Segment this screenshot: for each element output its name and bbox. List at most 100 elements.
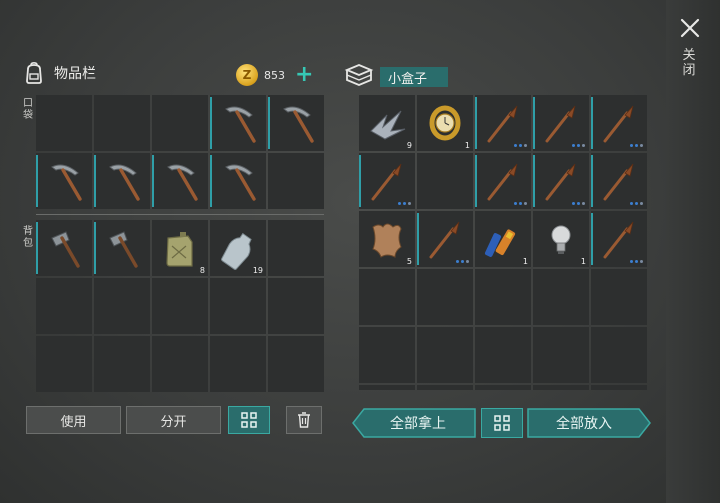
container-slot[interactable] xyxy=(591,385,647,390)
pocket-slot[interactable] xyxy=(36,95,92,151)
container-slot[interactable] xyxy=(591,211,647,267)
item-count: 1 xyxy=(580,257,586,266)
grid-icon xyxy=(241,412,257,428)
quality-dots xyxy=(456,260,469,263)
pocket-slot[interactable] xyxy=(210,153,266,209)
container-slot[interactable] xyxy=(359,269,415,325)
spear-icon xyxy=(487,163,518,201)
item-count: 1 xyxy=(522,257,528,266)
container-slot[interactable] xyxy=(533,153,589,209)
container-slot[interactable] xyxy=(591,269,647,325)
container-slot[interactable] xyxy=(533,385,589,390)
container-slot[interactable] xyxy=(475,385,531,390)
pickaxe-icon xyxy=(225,106,256,143)
money-display: Z 853 + xyxy=(236,64,313,86)
take-all-button[interactable]: 全部拿上 xyxy=(362,409,474,437)
quality-dots xyxy=(514,202,527,205)
spear-icon xyxy=(545,163,576,201)
spear-icon xyxy=(371,163,402,201)
pickaxe-icon xyxy=(167,164,198,201)
pocket-slot[interactable] xyxy=(94,153,150,209)
close-icon[interactable] xyxy=(678,16,702,40)
backpack-slot[interactable] xyxy=(210,336,266,392)
backpack-slot[interactable] xyxy=(94,336,150,392)
pocket-slot[interactable] xyxy=(210,95,266,151)
pocket-slot[interactable] xyxy=(268,95,324,151)
split-button[interactable]: 分开 xyxy=(126,406,221,434)
backpack-slot[interactable] xyxy=(152,336,208,392)
water-bottle-icon xyxy=(221,232,252,270)
spear-icon xyxy=(429,221,460,259)
backpack-slot[interactable] xyxy=(268,278,324,334)
container-slot[interactable] xyxy=(533,95,589,151)
backpack-slot[interactable]: 8 xyxy=(152,220,208,276)
container-slot[interactable]: 5 xyxy=(359,211,415,267)
container-grid: 9 1 5 1 1 xyxy=(359,95,647,390)
container-slot[interactable] xyxy=(591,153,647,209)
container-slot[interactable] xyxy=(475,269,531,325)
trash-icon xyxy=(298,412,310,428)
pocket-slot[interactable] xyxy=(36,153,92,209)
close-label[interactable]: 关闭 xyxy=(682,48,696,78)
light-bulb-icon xyxy=(551,225,571,254)
container-slot[interactable] xyxy=(533,269,589,325)
pocket-slot[interactable] xyxy=(268,153,324,209)
pocket-label: 口袋 xyxy=(23,98,33,121)
pickaxe-icon xyxy=(109,164,140,201)
container-slot[interactable] xyxy=(417,385,473,390)
item-count: 5 xyxy=(406,257,412,266)
quality-dots xyxy=(572,144,585,147)
gold-watch-icon xyxy=(429,105,461,141)
quality-dots xyxy=(514,144,527,147)
backpack-slot[interactable] xyxy=(152,278,208,334)
container-slot[interactable] xyxy=(533,327,589,383)
backpack-slot[interactable] xyxy=(268,220,324,276)
container-slot[interactable] xyxy=(475,95,531,151)
delete-button[interactable] xyxy=(286,406,322,434)
backpack-slot[interactable] xyxy=(36,336,92,392)
container-slot[interactable] xyxy=(359,327,415,383)
backpack-slot[interactable] xyxy=(94,220,150,276)
backpack-slot[interactable] xyxy=(210,278,266,334)
container-slot[interactable]: 9 xyxy=(359,95,415,151)
use-button[interactable]: 使用 xyxy=(26,406,121,434)
backpack-label: 背包 xyxy=(23,226,33,249)
container-slot[interactable] xyxy=(359,385,415,390)
pocket-slot[interactable] xyxy=(152,95,208,151)
container-slot[interactable]: 1 xyxy=(533,211,589,267)
pickaxe-icon xyxy=(225,164,256,201)
container-slot[interactable] xyxy=(417,269,473,325)
container-slot[interactable] xyxy=(591,95,647,151)
put-all-button[interactable]: 全部放入 xyxy=(528,409,640,437)
container-slot[interactable] xyxy=(417,211,473,267)
container-name: 小盒子 xyxy=(380,67,448,87)
container-slot[interactable] xyxy=(475,153,531,209)
spear-icon xyxy=(487,105,518,143)
container-slot[interactable] xyxy=(359,153,415,209)
container-slot[interactable] xyxy=(417,153,473,209)
quality-dots xyxy=(572,202,585,205)
backpack-icon xyxy=(26,62,42,84)
container-slot[interactable] xyxy=(591,327,647,383)
pickaxe-icon xyxy=(51,164,82,201)
container-sort-button[interactable] xyxy=(481,408,523,438)
container-slot[interactable]: 1 xyxy=(417,95,473,151)
sort-button[interactable] xyxy=(228,406,270,434)
container-slot[interactable] xyxy=(417,327,473,383)
container-slot[interactable]: 1 xyxy=(475,211,531,267)
pickaxe-icon xyxy=(283,106,314,143)
backpack-slot[interactable] xyxy=(36,220,92,276)
spear-icon xyxy=(603,163,634,201)
backpack-slot[interactable] xyxy=(268,336,324,392)
container-slot[interactable] xyxy=(475,327,531,383)
pocket-slot[interactable] xyxy=(94,95,150,151)
hatchet-icon xyxy=(51,231,80,268)
backpack-slot[interactable]: 19 xyxy=(210,220,266,276)
backpack-slot[interactable] xyxy=(94,278,150,334)
quality-dots xyxy=(630,144,643,147)
quality-dots xyxy=(630,202,643,205)
inventory-title: 物品栏 xyxy=(54,66,96,82)
add-money-button[interactable]: + xyxy=(295,64,313,86)
backpack-slot[interactable] xyxy=(36,278,92,334)
pocket-slot[interactable] xyxy=(152,153,208,209)
